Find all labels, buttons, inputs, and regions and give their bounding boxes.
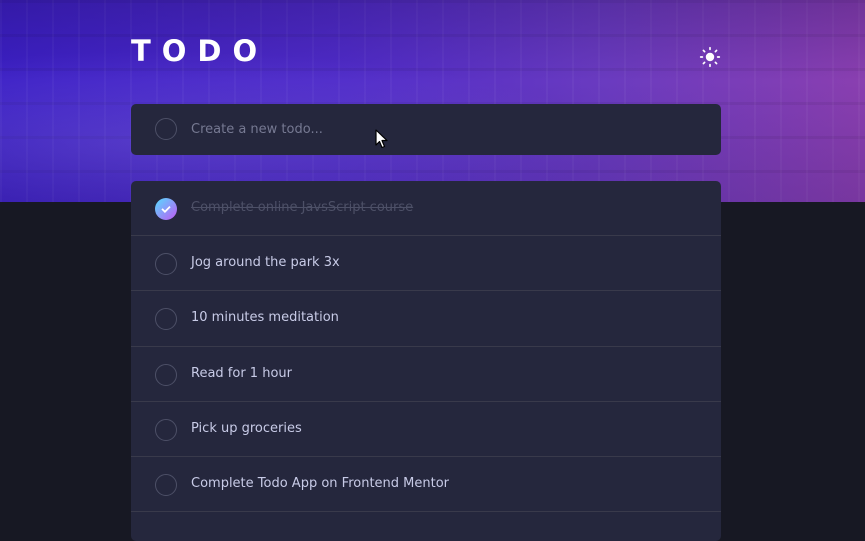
todo-label: Complete Todo App on Frontend Mentor: [191, 475, 450, 491]
todo-check-toggle[interactable]: [155, 198, 177, 220]
header-overlay: [0, 0, 865, 202]
todo-item[interactable]: Complete online JavsScript course: [131, 181, 721, 237]
todo-label: Pick up groceries: [191, 420, 302, 436]
todo-item[interactable]: Complete Todo App on Frontend Mentor: [131, 457, 721, 513]
todo-check-toggle[interactable]: [155, 363, 177, 386]
todo-label: Complete online JavsScript course: [191, 200, 414, 215]
todo-check-toggle[interactable]: [155, 308, 177, 331]
new-todo-check-circle[interactable]: [155, 118, 177, 140]
check-icon: [161, 205, 171, 213]
todo-label: 10 minutes meditation: [191, 310, 339, 326]
todo-item[interactable]: 10 minutes meditation: [131, 291, 721, 347]
todo-label: Read for 1 hour: [191, 365, 292, 381]
todo-item[interactable]: Jog around the park 3x: [131, 236, 721, 292]
todo-item[interactable]: Read for 1 hour: [131, 347, 721, 402]
todo-label: Jog around the park 3x: [191, 255, 340, 271]
sun-icon: [699, 46, 721, 68]
todo-item[interactable]: Pick up groceries: [131, 402, 721, 457]
app-title: TODO: [131, 34, 269, 68]
todo-check-toggle[interactable]: [155, 418, 177, 441]
todo-check-toggle[interactable]: [155, 253, 177, 276]
theme-toggle-button[interactable]: [697, 44, 723, 70]
header-background: [0, 0, 865, 202]
todo-list: Complete online JavsScript course Jog ar…: [131, 181, 721, 541]
todo-check-toggle[interactable]: [155, 473, 177, 496]
new-todo-form: [131, 104, 721, 155]
new-todo-input[interactable]: [191, 116, 691, 142]
